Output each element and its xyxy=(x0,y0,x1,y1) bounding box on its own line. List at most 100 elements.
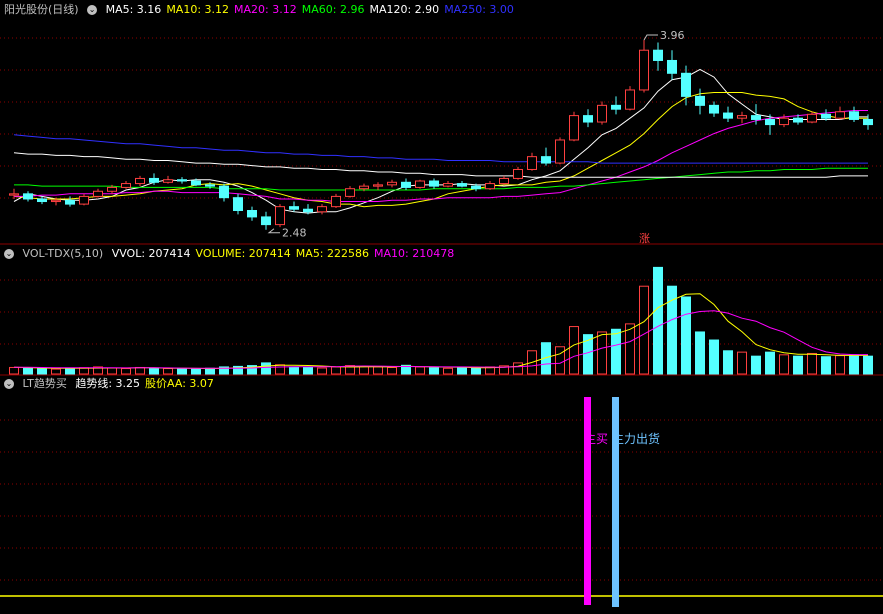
candle-body xyxy=(765,118,775,126)
volume-bar xyxy=(555,346,565,375)
candle-body xyxy=(653,49,663,61)
volume-bar xyxy=(149,367,159,375)
candle-body xyxy=(107,186,117,192)
sell-signal-label: 主力出货 xyxy=(612,431,660,446)
volume-bar xyxy=(429,367,439,375)
indicator-menu-icon[interactable]: ⌄ xyxy=(4,379,14,389)
volume-bar xyxy=(681,296,691,375)
candle-body xyxy=(65,199,75,205)
volume-bar xyxy=(835,355,845,375)
volume-bar xyxy=(639,285,649,375)
candle-body xyxy=(317,206,327,213)
candle-body xyxy=(471,185,481,190)
volume-bar xyxy=(863,355,873,375)
volume-bar xyxy=(205,367,215,375)
ma-legend-item-3: MA60: 2.96 xyxy=(301,3,365,16)
candle-body xyxy=(401,181,411,188)
volume-bar xyxy=(275,364,285,375)
volume-bar xyxy=(261,362,271,375)
volume-panel-header: ⌄ VOL-TDX(5,10) VVOL: 207414 VOLUME: 2074… xyxy=(4,246,464,262)
candle-body xyxy=(121,183,131,188)
volume-bar xyxy=(751,355,761,375)
volume-bar xyxy=(695,331,705,375)
candle-body xyxy=(373,184,383,187)
candle-body xyxy=(597,104,607,123)
volume-bar xyxy=(331,366,341,375)
candle-body xyxy=(37,198,47,203)
candle-body xyxy=(569,115,579,141)
volume-bar xyxy=(289,366,299,375)
ma-line-ma120 xyxy=(13,152,868,178)
volume-bar xyxy=(569,326,579,375)
volume-bar xyxy=(597,331,607,375)
candle-body xyxy=(667,59,677,74)
volume-bar xyxy=(821,356,831,375)
candle-body xyxy=(177,179,187,182)
candlestick-series xyxy=(9,39,873,230)
volume-bar xyxy=(107,367,117,375)
candle-body xyxy=(163,179,173,183)
indicator-panel-header: ⌄ LT趋势买 趋势线: 3.25 股价AA: 3.07 xyxy=(4,376,224,392)
volume-bar xyxy=(737,351,747,375)
limit-up-marker: 涨 xyxy=(639,232,650,245)
indicator-legend-item-1: 股价AA: 3.07 xyxy=(145,377,214,390)
candle-body xyxy=(751,115,761,120)
buy-signal-bar xyxy=(584,397,591,605)
candle-body xyxy=(23,193,33,200)
buy-signal-label: 主买 xyxy=(584,432,608,446)
candle-body xyxy=(149,177,159,183)
indicator-panel-grid xyxy=(0,419,883,581)
volume-bar xyxy=(163,368,173,375)
candle-body xyxy=(93,190,103,197)
volume-bar xyxy=(177,368,187,375)
panel-menu-icon[interactable]: ⌄ xyxy=(87,5,98,15)
volume-bar xyxy=(849,354,859,375)
ma-line-ma250 xyxy=(13,134,868,164)
candle-body xyxy=(583,115,593,123)
price-ma-lines xyxy=(13,68,868,214)
candle-body xyxy=(233,197,243,212)
volume-bar xyxy=(415,366,425,375)
candle-body xyxy=(527,156,537,170)
candle-body xyxy=(219,185,229,199)
volume-bar xyxy=(723,350,733,375)
candle-body xyxy=(499,177,509,185)
chart-canvas: 3.96 2.48 涨 主买 主力出货 xyxy=(0,29,883,607)
ma-legend-item-2: MA20: 3.12 xyxy=(234,3,297,16)
ma-line-ma5 xyxy=(13,68,868,214)
volume-menu-icon[interactable]: ⌄ xyxy=(4,249,14,259)
high-price-pointer xyxy=(643,34,658,41)
volume-panel-grid xyxy=(0,279,883,376)
indicator-title: LT趋势买 xyxy=(22,377,67,390)
volume-legend-item-1: VOLUME: 207414 xyxy=(195,247,291,260)
volume-bar xyxy=(471,367,481,375)
candle-body xyxy=(345,188,355,197)
volume-legend-item-2: MA5: 222586 xyxy=(295,247,370,260)
candle-body xyxy=(485,183,495,190)
candle-body xyxy=(625,89,635,110)
candle-body xyxy=(849,111,859,120)
candle-body xyxy=(681,72,691,97)
ma-line-ma10 xyxy=(13,92,868,208)
price-panel-grid xyxy=(0,37,883,245)
candle-body xyxy=(555,139,565,164)
volume-bar xyxy=(65,367,75,375)
stock-name: 阳光股份(日线) xyxy=(4,3,79,16)
ma-legend-item-4: MA120: 2.90 xyxy=(369,3,440,16)
high-price-label: 3.96 xyxy=(660,29,685,42)
candle-body xyxy=(359,185,369,190)
candle-body xyxy=(541,156,551,164)
candle-body xyxy=(387,181,397,186)
candle-body xyxy=(261,216,271,226)
price-annotations: 3.96 2.48 涨 xyxy=(267,29,685,245)
candle-body xyxy=(191,180,201,186)
volume-bar xyxy=(443,367,453,375)
candle-body xyxy=(695,95,705,106)
volume-bar xyxy=(793,355,803,375)
volume-bar xyxy=(373,366,383,375)
volume-bar xyxy=(303,366,313,375)
ma-legend-item-1: MA10: 3.12 xyxy=(166,3,230,16)
candle-body xyxy=(807,113,817,123)
candle-body xyxy=(513,168,523,179)
volume-bar-series xyxy=(9,266,873,375)
